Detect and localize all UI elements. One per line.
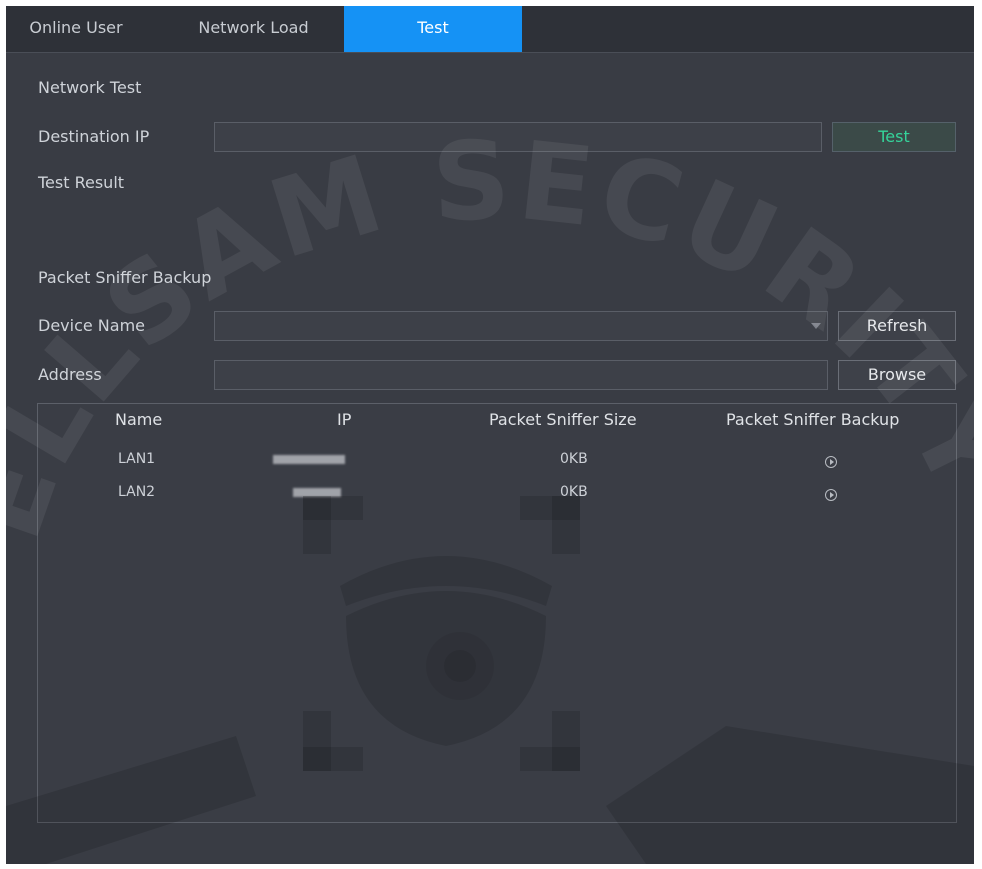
column-header-size: Packet Sniffer Size [489,410,637,429]
column-header-ip: IP [337,410,352,429]
ip-redacted [293,488,341,497]
destination-ip-input[interactable] [214,122,822,152]
tab-test[interactable]: Test [344,6,522,52]
device-name-dropdown[interactable] [214,311,828,341]
test-button[interactable]: Test [832,122,956,152]
tab-network-load[interactable]: Network Load [171,6,336,52]
chevron-down-icon[interactable] [811,323,821,329]
row-size: 0KB [560,484,588,500]
test-result-label: Test Result [38,173,125,192]
packet-sniffer-table: Name IP Packet Sniffer Size Packet Sniff… [37,403,957,823]
destination-ip-label: Destination IP [38,127,150,146]
network-test-window: Online User Network Load Test Network Te… [6,6,974,864]
packet-sniffer-title: Packet Sniffer Backup [38,268,212,287]
tab-bar: Online User Network Load Test [6,6,974,53]
row-size: 0KB [560,451,588,467]
network-test-title: Network Test [38,78,142,97]
refresh-button[interactable]: Refresh [838,311,956,341]
tab-online-user[interactable]: Online User [6,6,146,52]
backup-play-icon[interactable] [825,456,837,468]
address-label: Address [38,365,102,384]
row-name: LAN2 [118,484,156,500]
browse-button[interactable]: Browse [838,360,956,390]
address-input[interactable] [214,360,828,390]
ip-redacted [273,455,345,464]
column-header-name: Name [115,410,163,429]
backup-play-icon[interactable] [825,489,837,501]
row-name: LAN1 [118,451,156,467]
device-name-label: Device Name [38,316,146,335]
column-header-backup: Packet Sniffer Backup [726,410,900,429]
